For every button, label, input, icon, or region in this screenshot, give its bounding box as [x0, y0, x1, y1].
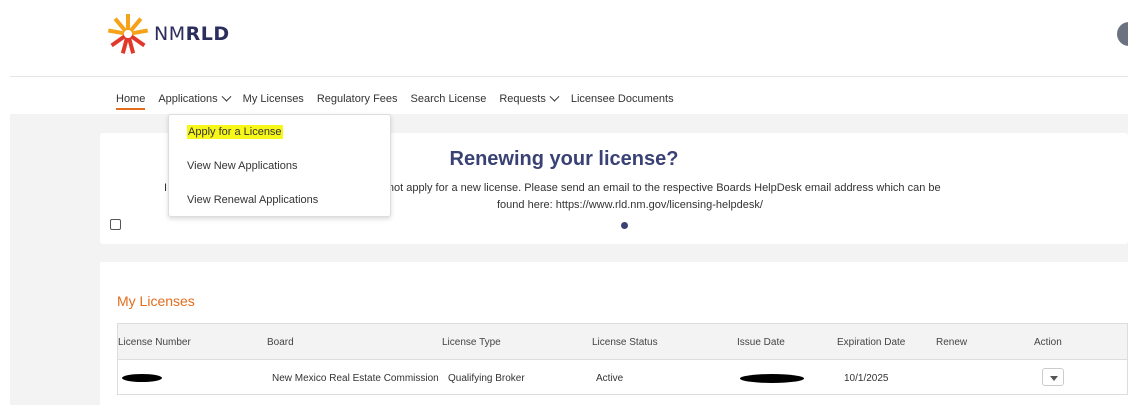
chevron-down-icon [549, 91, 560, 102]
my-licenses-title: My Licenses [117, 293, 195, 309]
applications-dropdown: Apply for a License View New Application… [168, 114, 391, 217]
row-action-dropdown-button[interactable] [1042, 368, 1064, 386]
banner-text-line1: ur license, do not apply for a new licen… [319, 182, 941, 194]
cell-board: New Mexico Real Estate Commission [272, 373, 439, 384]
nav-applications[interactable]: Applications [158, 91, 232, 105]
starburst-logo-icon [107, 14, 149, 54]
col-expiration-date: Expiration Date [837, 337, 906, 348]
cell-license-type: Qualifying Broker [448, 373, 525, 384]
site-header: NMRLD [0, 0, 1128, 76]
licenses-table: License Number Board License Type Licens… [117, 323, 1128, 395]
nav-regulatory-fees[interactable]: Regulatory Fees [317, 93, 398, 105]
nmrld-logo[interactable]: NMRLD [106, 12, 230, 56]
nav-my-licenses[interactable]: My Licenses [243, 93, 304, 105]
cell-expiration-date: 10/1/2025 [844, 373, 889, 384]
col-license-number: License Number [118, 337, 191, 348]
main-nav: Home Applications My Licenses Regulatory… [116, 88, 687, 110]
logo-text: NMRLD [154, 23, 230, 45]
col-board: Board [267, 337, 294, 348]
nav-licensee-documents[interactable]: Licensee Documents [571, 93, 674, 105]
col-license-status: License Status [592, 337, 658, 348]
nav-requests[interactable]: Requests [499, 91, 560, 105]
col-renew: Renew [936, 337, 968, 348]
carousel-indicator[interactable] [621, 222, 628, 229]
col-license-type: License Type [442, 337, 501, 348]
menu-item-view-new-applications[interactable]: View New Applications [187, 160, 297, 172]
cell-license-status: Active [596, 373, 624, 384]
user-avatar[interactable] [1117, 22, 1128, 46]
chevron-down-icon [221, 91, 232, 102]
col-action: Action [1034, 337, 1062, 348]
menu-item-view-renewal-applications[interactable]: View Renewal Applications [187, 194, 318, 206]
menu-item-apply-for-license[interactable]: Apply for a License [187, 125, 283, 139]
banner-text-prefix: I [164, 182, 168, 194]
col-issue-date: Issue Date [737, 337, 785, 348]
nav-home[interactable]: Home [116, 93, 146, 110]
redacted-license-number [122, 374, 162, 382]
nav-search-license[interactable]: Search License [411, 93, 487, 105]
banner-checkbox[interactable] [110, 219, 121, 230]
header-divider [10, 76, 1128, 77]
table-header: License Number Board License Type Licens… [118, 324, 1127, 360]
redacted-issue-date [740, 374, 804, 383]
